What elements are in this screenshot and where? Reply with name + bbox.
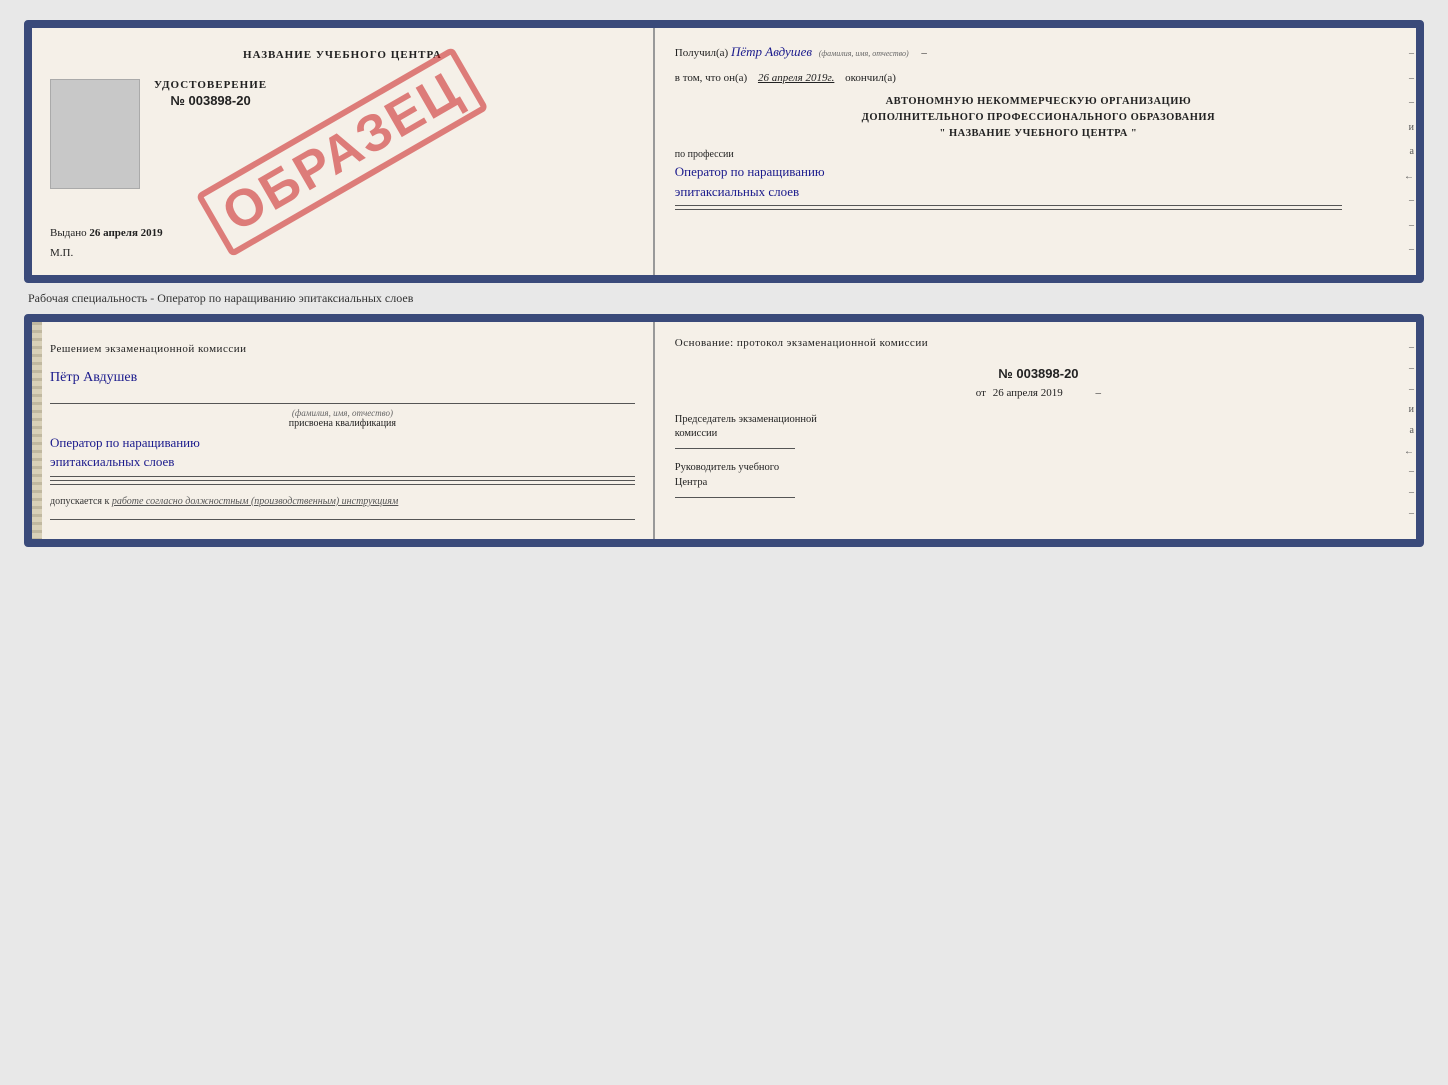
received-prefix: Получил(а) [675,47,728,59]
profession-label: по профессии [675,149,1402,160]
org-line3: " НАЗВАНИЕ УЧЕБНОГО ЦЕНТРА " [675,126,1402,142]
date-suffix: окончил(а) [845,72,896,84]
cert-info-block: УДОСТОВЕРЕНИЕ № 003898-20 [154,79,267,197]
profession-v1: Оператор по наращиванию [675,164,825,179]
dopusk-value: работе согласно должностным (производств… [112,496,398,507]
page-wrapper: НАЗВАНИЕ УЧЕБНОГО ЦЕНТРА УДОСТОВЕРЕНИЕ №… [24,20,1424,547]
received-row: Получил(а) Пётр Авдушев (фамилия, имя, о… [675,42,1402,62]
right-margin-marks-2: –––иа←––– [1398,342,1416,518]
fio-label: (фамилия, имя, отчество) [819,49,909,58]
org-line2: ДОПОЛНИТЕЛЬНОГО ПРОФЕССИОНАЛЬНОГО ОБРАЗО… [675,110,1402,126]
issued-prefix: Выдано [50,227,87,239]
profession-v2: эпитаксиальных слоев [675,184,799,199]
profession-value: Оператор по наращиванию эпитаксиальных с… [675,162,1402,201]
certificate-card: НАЗВАНИЕ УЧЕБНОГО ЦЕНТРА УДОСТОВЕРЕНИЕ №… [24,20,1424,283]
separator-text: Рабочая специальность - Оператор по нара… [24,291,1424,306]
date-value: 26 апреля 2019г. [758,72,834,84]
cert-right-panel: Получил(а) Пётр Авдушев (фамилия, имя, о… [655,28,1416,275]
date-value-2: 26 апреля 2019 [993,387,1063,399]
predsedatel-sign-line [675,448,795,449]
cert-number: № 003898-20 [154,93,267,108]
cert-left-panel: НАЗВАНИЕ УЧЕБНОГО ЦЕНТРА УДОСТОВЕРЕНИЕ №… [32,28,655,275]
date-row: в том, что он(а) 26 апреля 2019г. окончи… [675,70,1402,87]
rukov-line2: Центра [675,476,1402,491]
komissia-title: Решением экзаменационной комиссии [50,342,635,357]
binding-left-2 [32,322,42,538]
date-prefix: в том, что он(а) [675,72,747,84]
qual-label: присвоена квалификация [50,418,635,429]
date-prefix-2: от [976,387,986,399]
cert-school-title: НАЗВАНИЕ УЧЕБНОГО ЦЕНТРА [50,48,635,63]
right-margin-marks: –––иа←––– [1398,48,1416,255]
received-name: Пётр Авдушев [731,44,812,59]
cert-doc-label: УДОСТОВЕРЕНИЕ [154,79,267,91]
osnov-date: от 26 апреля 2019 – [675,387,1402,399]
osnov-number: № 003898-20 [675,366,1402,381]
qual-left-panel: Решением экзаменационной комиссии Пётр А… [32,322,655,538]
qualification-card: Решением экзаменационной комиссии Пётр А… [24,314,1424,546]
org-block: АВТОНОМНУЮ НЕКОММЕРЧЕСКУЮ ОРГАНИЗАЦИЮ ДО… [675,94,1402,141]
mp-label: М.П. [50,247,635,259]
rukov-block: Руководитель учебного Центра [675,461,1402,497]
qual-v2: эпитаксиальных слоев [50,454,174,469]
cert-issued: Выдано 26 апреля 2019 [50,227,635,239]
rukov-sign-line [675,497,795,498]
issued-date: 26 апреля 2019 [89,227,162,239]
qual-v1: Оператор по наращиванию [50,435,200,450]
dopusk-label: допускается к работе согласно должностны… [50,495,635,509]
fio-label-2: (фамилия, имя, отчество) [50,408,635,418]
dash1: – [921,47,927,59]
dopusk-prefix: допускается к [50,496,109,507]
predsedatel-line2: комиссии [675,427,1402,442]
name-underline [50,388,635,404]
org-line1: АВТОНОМНУЮ НЕКОММЕРЧЕСКУЮ ОРГАНИЗАЦИЮ [675,94,1402,110]
qual-right-panel: Основание: протокол экзаменационной коми… [655,322,1416,538]
dash-right: – [1096,387,1102,399]
predsedatel-line1: Председатель экзаменационной [675,413,1402,428]
predsedatel-block: Председатель экзаменационной комиссии [675,413,1402,449]
person-name: Пётр Авдушев [50,370,635,386]
qual-value: Оператор по наращиванию эпитаксиальных с… [50,433,635,472]
photo-placeholder [50,79,140,189]
osnov-title: Основание: протокол экзаменационной коми… [675,336,1402,351]
rukov-line1: Руководитель учебного [675,461,1402,476]
